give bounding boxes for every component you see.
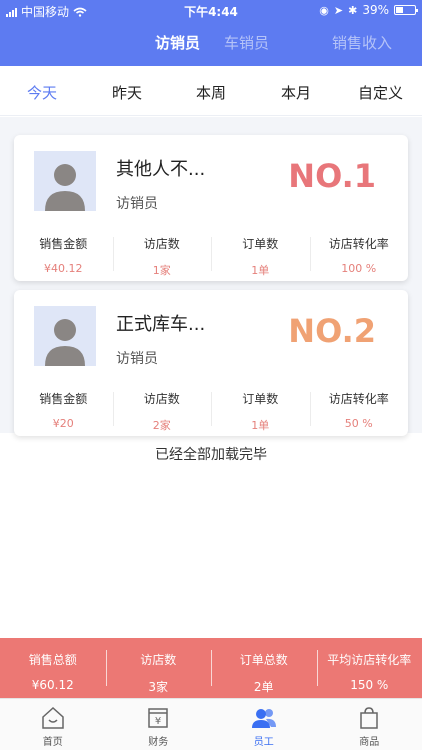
- total-orders-label: 订单总数: [239, 653, 288, 667]
- sales-label: 销售金额: [39, 237, 88, 251]
- total-sales-label: 销售总额: [28, 653, 77, 667]
- avatar: [34, 306, 96, 366]
- ranking-card[interactable]: 正式库车... 访销员 NO.2 销售金额 ¥20 访店数 2家 订单数 1单 访店转…: [14, 290, 408, 436]
- status-bar: 中国移动 下午4:44 ◉ ➤ ✱ 39%: [0, 0, 422, 22]
- conversion-label: 访店转化率: [328, 237, 389, 251]
- lock-rotation-icon: ◉: [319, 3, 329, 17]
- total-orders-value: 2单: [253, 680, 274, 694]
- orders-label: 订单数: [242, 392, 279, 406]
- battery-icon: [394, 5, 418, 15]
- nav-home[interactable]: 首页: [0, 699, 106, 750]
- location-icon: ➤: [333, 3, 344, 17]
- sales-value: ¥40.12: [44, 262, 83, 275]
- employee-role: 访销员: [116, 351, 158, 367]
- sales-value: ¥20: [52, 417, 74, 430]
- header: 中国移动 下午4:44 ◉ ➤ ✱ 39% 访销员 车销员 销售收入: [0, 0, 422, 66]
- period-today[interactable]: 今天: [27, 82, 57, 103]
- period-yesterday[interactable]: 昨天: [112, 82, 142, 103]
- visits-label: 访店数: [143, 392, 180, 406]
- employee-role: 访销员: [116, 196, 158, 212]
- conversion-label: 访店转化率: [328, 392, 389, 406]
- visits-value: 1家: [152, 264, 171, 277]
- goods-icon: [360, 707, 378, 729]
- rank-badge: NO.2: [288, 312, 376, 350]
- employee-name: 其他人不...: [116, 159, 206, 180]
- bluetooth-icon: ✱: [348, 3, 358, 17]
- visits-value: 2家: [152, 419, 171, 432]
- nav-goods-label: 商品: [359, 737, 380, 748]
- battery-percent: 39%: [362, 3, 389, 17]
- period-custom[interactable]: 自定义: [358, 82, 403, 103]
- nav-home-label: 首页: [42, 737, 63, 748]
- conversion-value: 100 %: [341, 262, 377, 275]
- employee-name: 正式库车...: [116, 314, 206, 335]
- visits-label: 访店数: [143, 237, 180, 251]
- ranking-list: 其他人不... 访销员 NO.1 销售金额 ¥40.12 访店数 1家 订单数 1单 …: [0, 117, 422, 436]
- ranking-card[interactable]: 其他人不... 访销员 NO.1 销售金额 ¥40.12 访店数 1家 订单数 1单 …: [14, 135, 408, 281]
- summary-bar: 销售总额 ¥60.12 访店数 3家 订单总数 2单 平均访店转化率 150 %: [0, 638, 422, 698]
- tab-sales-income[interactable]: 销售收入: [332, 32, 392, 53]
- tab-vehicle-sales[interactable]: 车销员: [224, 32, 269, 53]
- orders-value: 1单: [251, 419, 270, 432]
- period-this-month[interactable]: 本月: [281, 82, 311, 103]
- role-tabs: 访销员 车销员 销售收入: [0, 32, 422, 58]
- svg-text:¥: ¥: [155, 716, 161, 727]
- nav-goods[interactable]: 商品: [317, 699, 422, 750]
- total-sales-value: ¥60.12: [31, 678, 74, 692]
- rank-badge: NO.1: [288, 157, 376, 195]
- avatar: [34, 151, 96, 211]
- period-this-week[interactable]: 本周: [196, 82, 226, 103]
- bottom-nav: 首页 ¥ 财务 员工 商品: [0, 698, 422, 750]
- conversion-value: 50 %: [344, 417, 373, 430]
- finance-icon: ¥: [148, 708, 168, 728]
- total-visits-value: 3家: [148, 680, 169, 694]
- staff-icon: [251, 709, 276, 728]
- nav-finance-label: 财务: [148, 737, 169, 748]
- avg-conversion-label: 平均访店转化率: [327, 653, 412, 667]
- total-visits-label: 访店数: [140, 653, 177, 667]
- avg-conversion-value: 150 %: [350, 678, 389, 692]
- nav-finance[interactable]: ¥ 财务: [106, 699, 212, 750]
- sales-label: 销售金额: [39, 392, 88, 406]
- nav-staff-label: 员工: [253, 737, 274, 748]
- load-complete-text: 已经全部加载完毕: [155, 447, 267, 463]
- home-icon: [42, 706, 64, 729]
- stats-row: 销售金额 ¥40.12 访店数 1家 订单数 1单 访店转化率 100 %: [14, 235, 408, 277]
- stats-row: 销售金额 ¥20 访店数 2家 订单数 1单 访店转化率 50 %: [14, 390, 408, 432]
- nav-staff[interactable]: 员工: [211, 699, 317, 750]
- period-filter: 今天 昨天 本周 本月 自定义: [0, 66, 422, 116]
- tab-visit-sales[interactable]: 访销员: [155, 32, 200, 53]
- orders-label: 订单数: [242, 237, 279, 251]
- orders-value: 1单: [251, 264, 270, 277]
